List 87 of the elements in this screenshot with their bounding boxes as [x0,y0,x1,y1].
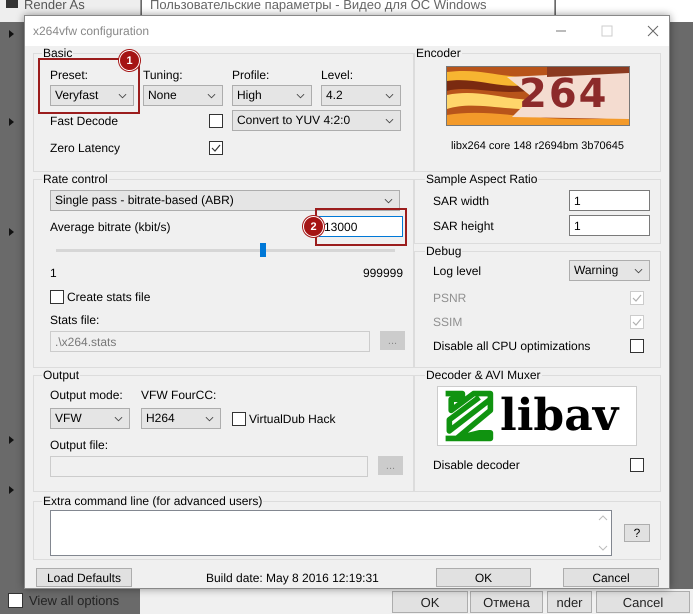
field-label: Level: [321,68,354,82]
expand-icon[interactable] [9,486,14,494]
field-label: Stats file: [50,313,100,327]
field-label: Profile: [232,68,270,82]
field-label: Log level [433,264,482,278]
checkbox[interactable] [630,458,644,472]
field-label: Output mode: [50,388,124,402]
bitrate-field[interactable]: 13000 [319,216,403,237]
slider-thumb[interactable] [260,243,266,257]
window-title: x264vfw configuration [33,24,150,38]
scroll-up-icon[interactable] [598,515,608,521]
checkbox-label: Create stats file [67,290,150,304]
field-label: SAR height [433,218,494,232]
load-defaults-button[interactable]: Load Defaults [36,568,132,587]
dropdown[interactable]: High [232,85,312,106]
help-button[interactable]: ? [624,524,650,542]
option-label: Disable all CPU optimizations [433,339,590,353]
checkbox[interactable] [8,593,23,608]
checkbox-label: VirtualDub Hack [249,412,336,426]
expand-icon[interactable] [9,30,14,38]
caret-icon [634,268,643,274]
cancel-button[interactable]: Cancel [563,568,659,587]
slider-max: 999999 [362,266,403,280]
sar-field[interactable]: 1 [569,190,650,211]
group-title: Decoder & AVI Muxer [425,368,542,382]
app-icon [6,0,18,8]
caret-icon [114,416,123,422]
dropdown[interactable]: Warning [569,260,650,281]
option-label: SSIM [433,315,462,329]
output-file-field[interactable] [50,456,368,477]
logo-text: 264 [519,71,608,117]
dialog-button[interactable]: Отмена [470,591,543,613]
group-title: Sample Aspect Ratio [425,172,538,186]
option-label: Disable decoder [433,458,520,472]
expand-icon[interactable] [9,436,14,444]
group-title: Rate control [42,172,109,186]
group-title: Debug [425,244,462,258]
caret-icon [296,93,305,99]
command-line-field[interactable] [50,510,612,556]
caret-icon [384,198,393,204]
field-label: Average bitrate (kbit/s) [50,220,170,234]
checkbox[interactable] [232,412,246,426]
caret-icon [118,93,127,99]
group-title: Basic [42,46,74,60]
stats-file-field[interactable]: .\x264.stats [50,331,370,352]
dropdown[interactable]: Veryfast [50,85,134,106]
group-title: Encoder [415,46,462,60]
dialog-button[interactable]: nder [547,591,592,613]
field-label: Preset: [50,68,90,82]
logo-text: libav [500,394,618,438]
scroll-down-icon[interactable] [598,545,608,551]
group-title: Extra command line (for advanced users) [42,494,264,508]
ok-button[interactable]: OK [436,568,531,587]
checkbox[interactable] [209,114,223,128]
checkbox[interactable] [50,290,64,304]
expand-icon[interactable] [9,228,14,236]
dropdown[interactable]: H264 [141,408,221,429]
caret-icon [385,118,394,124]
dropdown[interactable]: Single pass - bitrate-based (ABR) [50,190,400,211]
dropdown[interactable]: None [143,85,223,106]
dropdown[interactable]: VFW [50,408,130,429]
dropdown[interactable]: Convert to YUV 4:2:0 [232,110,401,131]
caret-icon [205,416,214,422]
checkbox[interactable] [209,141,223,155]
slider-min: 1 [50,266,57,280]
field-label: VFW FourCC: [141,388,218,402]
version-text: libx264 core 148 r2694bm 3b70645 [450,140,624,152]
option-label: Zero Latency [50,141,122,155]
option-label: PSNR [433,291,466,305]
callout-badge: 2 [303,216,324,237]
expand-icon[interactable] [9,118,14,126]
checkbox-label: View all options [29,593,120,608]
field-label: Tuning: [143,68,184,82]
sar-field[interactable]: 1 [569,215,650,236]
caret-icon [207,93,216,99]
checkbox[interactable] [630,339,644,353]
field-label: SAR width [433,194,490,208]
group-title: Output [42,368,80,382]
close-icon[interactable] [647,25,659,37]
dropdown[interactable]: 4.2 [321,85,401,106]
option-label: Fast Decode [50,114,120,128]
dialog-button[interactable]: Cancel [596,591,690,613]
build-date-text: Build date: May 8 2016 12:19:31 [206,570,379,584]
caret-icon [385,93,394,99]
callout-badge: 1 [119,50,140,71]
field-label: Output file: [50,438,110,452]
dialog-button[interactable]: OK [392,591,468,613]
